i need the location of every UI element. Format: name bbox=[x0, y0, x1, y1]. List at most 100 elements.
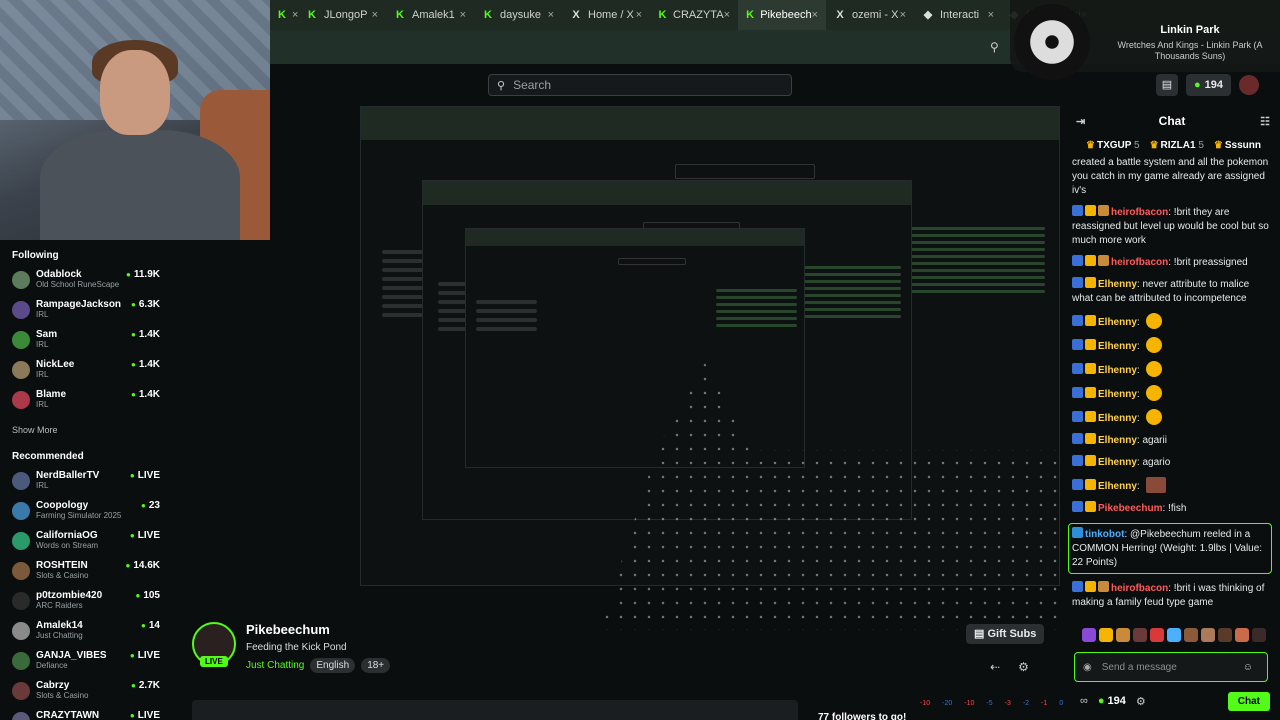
tag-mature[interactable]: 18+ bbox=[361, 658, 391, 673]
chat-message[interactable]: Elhenny: bbox=[1072, 313, 1272, 330]
sidebar-channel[interactable]: RampageJackson IRL ● 6.3K bbox=[12, 299, 160, 329]
chat-username[interactable]: Elhenny bbox=[1098, 341, 1137, 352]
close-icon[interactable]: × bbox=[548, 9, 554, 21]
chat-message[interactable]: Pikebeechum: !fish bbox=[1072, 501, 1272, 516]
tag-language[interactable]: English bbox=[310, 658, 356, 673]
chat-username[interactable]: Elhenny bbox=[1098, 413, 1137, 424]
live-dot-icon: ● bbox=[129, 651, 135, 660]
user-avatar[interactable] bbox=[1239, 75, 1260, 95]
close-icon[interactable]: × bbox=[900, 9, 906, 21]
close-icon[interactable]: × bbox=[636, 9, 642, 21]
emote[interactable] bbox=[1167, 628, 1181, 642]
sidebar-channel[interactable]: Sam IRL ● 1.4K bbox=[12, 329, 160, 359]
browser-tab[interactable]: ◆ Interacti × bbox=[914, 0, 1002, 30]
close-icon[interactable]: × bbox=[988, 9, 994, 21]
emote[interactable] bbox=[1099, 628, 1113, 642]
emote[interactable] bbox=[1116, 628, 1130, 642]
settings-icon[interactable]: ⚙ bbox=[1018, 660, 1029, 674]
chat-username[interactable]: heirofbacon bbox=[1111, 257, 1168, 268]
chat-message[interactable]: heirofbacon: !brit they are reassigned b… bbox=[1072, 205, 1272, 248]
chat-users-icon[interactable]: ☷ bbox=[1260, 115, 1270, 128]
collapse-chat-icon[interactable]: ⇥ bbox=[1076, 115, 1085, 128]
chat-username[interactable]: Elhenny bbox=[1098, 279, 1137, 290]
live-dot-icon: ● bbox=[141, 621, 146, 630]
chat-text: created a battle system and all the poke… bbox=[1072, 157, 1269, 196]
sidebar-channel[interactable]: NerdBallerTV IRL ● LIVE bbox=[12, 470, 160, 500]
gift-icon[interactable]: ▤ bbox=[1156, 74, 1178, 96]
emote[interactable] bbox=[1150, 628, 1164, 642]
browser-tab[interactable]: K × bbox=[270, 0, 298, 30]
sidebar-channel[interactable]: Blame IRL ● 1.4K bbox=[12, 389, 160, 419]
chat-username[interactable]: heirofbacon bbox=[1111, 583, 1168, 594]
close-icon[interactable]: × bbox=[724, 9, 730, 21]
emote[interactable] bbox=[1184, 628, 1198, 642]
chat-message[interactable]: Elhenny: bbox=[1072, 409, 1272, 426]
channel-points-button[interactable]: ● 194 bbox=[1186, 74, 1232, 96]
chat-message[interactable]: heirofbacon: !brit i was thinking of mak… bbox=[1072, 581, 1272, 610]
sidebar-channel[interactable]: p0tzombie420 ARC Raiders ● 105 bbox=[12, 590, 160, 620]
close-icon[interactable]: × bbox=[372, 9, 378, 21]
browser-tab[interactable]: Xozemi - X × bbox=[826, 0, 914, 30]
chat-message[interactable]: created a battle system and all the poke… bbox=[1072, 156, 1272, 198]
sidebar-channel[interactable]: Odablock Old School RuneScape ● 11.9K bbox=[12, 269, 160, 299]
sidebar-channel[interactable]: Coopology Farming Simulator 2025 ● 23 bbox=[12, 500, 160, 530]
emote[interactable] bbox=[1133, 628, 1147, 642]
sidebar-channel[interactable]: ROSHTEIN Slots & Casino ● 14.6K bbox=[12, 560, 160, 590]
chat-username[interactable]: tinkobot bbox=[1085, 529, 1124, 540]
search-icon[interactable]: ⚲ bbox=[990, 40, 999, 54]
close-icon[interactable]: × bbox=[812, 9, 818, 21]
sidebar-channel[interactable]: GANJA_VIBES Defiance ● LIVE bbox=[12, 650, 160, 680]
infinity-icon[interactable]: ∞ bbox=[1080, 695, 1088, 707]
chat-message[interactable]: Elhenny: agarii bbox=[1072, 433, 1272, 448]
chat-username[interactable]: Elhenny bbox=[1098, 481, 1137, 492]
gift-subs-button[interactable]: ▤ Gift Subs bbox=[966, 624, 1045, 644]
category-link[interactable]: Just Chatting bbox=[246, 660, 304, 671]
emote[interactable] bbox=[1201, 628, 1215, 642]
chat-message[interactable]: Elhenny: bbox=[1072, 361, 1272, 378]
emote[interactable] bbox=[1218, 628, 1232, 642]
close-icon[interactable]: × bbox=[460, 9, 466, 21]
chat-message[interactable]: Elhenny: bbox=[1072, 337, 1272, 354]
chat-message[interactable]: Elhenny: bbox=[1072, 477, 1272, 494]
share-icon[interactable]: ⇠ bbox=[990, 660, 1000, 674]
channel-text: Sam IRL bbox=[36, 329, 131, 349]
channel-name[interactable]: Pikebeechum bbox=[246, 622, 330, 637]
chat-title: Chat bbox=[1158, 114, 1186, 128]
sidebar-channel[interactable]: CaliforniaOG Words on Stream ● LIVE bbox=[12, 530, 160, 560]
chat-username[interactable]: Pikebeechum bbox=[1098, 503, 1162, 514]
emote[interactable] bbox=[1252, 628, 1266, 642]
chat-message[interactable]: tinkobot: @Pikebeechum reeled in a COMMO… bbox=[1068, 523, 1272, 574]
emote-picker-icon[interactable]: ☺ bbox=[1243, 662, 1259, 673]
sidebar-channel[interactable]: Cabrzy Slots & Casino ● 2.7K bbox=[12, 680, 160, 710]
browser-tab[interactable]: Kdaysuke × bbox=[474, 0, 562, 30]
chat-username[interactable]: Elhenny bbox=[1098, 365, 1137, 376]
browser-tab[interactable]: K Amalek1 × bbox=[386, 0, 474, 30]
chat-message[interactable]: Elhenny: never attribute to malice what … bbox=[1072, 277, 1272, 306]
browser-tab[interactable]: K Pikebeech × bbox=[738, 0, 826, 30]
chat-input[interactable]: ◉ Send a message ☺ bbox=[1074, 652, 1268, 682]
browser-tab[interactable]: K JLongoP × bbox=[298, 0, 386, 30]
browser-tab[interactable]: K CRAZYTA × bbox=[650, 0, 738, 30]
search-input[interactable]: ⚲ Search bbox=[488, 74, 792, 96]
chat-username[interactable]: Elhenny bbox=[1098, 457, 1137, 468]
emote[interactable] bbox=[1082, 628, 1096, 642]
emote[interactable] bbox=[1235, 628, 1249, 642]
chat-points[interactable]: ● 194 bbox=[1098, 695, 1126, 707]
chat-username[interactable]: heirofbacon bbox=[1111, 207, 1168, 218]
sidebar-channel[interactable]: NickLee IRL ● 1.4K bbox=[12, 359, 160, 389]
chat-message[interactable]: Elhenny: agario bbox=[1072, 455, 1272, 470]
chat-message[interactable]: heirofbacon: !brit preassigned bbox=[1072, 255, 1272, 270]
chat-username[interactable]: Elhenny bbox=[1098, 435, 1137, 446]
sidebar-channel[interactable]: Amalek14 Just Chatting ● 14 bbox=[12, 620, 160, 650]
chat-footer: ∞ ● 194 ⚙ Chat bbox=[1080, 690, 1270, 712]
viewer-count-value: 1.4K bbox=[138, 389, 160, 400]
chat-message[interactable]: Elhenny: bbox=[1072, 385, 1272, 402]
sidebar-channel[interactable]: CRAZYTAWN ● LIVE bbox=[12, 710, 160, 720]
send-chat-button[interactable]: Chat bbox=[1227, 691, 1270, 711]
show-more-link[interactable]: Show More bbox=[12, 425, 160, 435]
gear-icon[interactable]: ⚙ bbox=[1136, 695, 1146, 708]
chat-username[interactable]: Elhenny bbox=[1098, 389, 1137, 400]
chat-settings-icon[interactable]: ◉ bbox=[1083, 662, 1092, 673]
chat-username[interactable]: Elhenny bbox=[1098, 317, 1137, 328]
browser-tab[interactable]: X Home / X × bbox=[562, 0, 650, 30]
